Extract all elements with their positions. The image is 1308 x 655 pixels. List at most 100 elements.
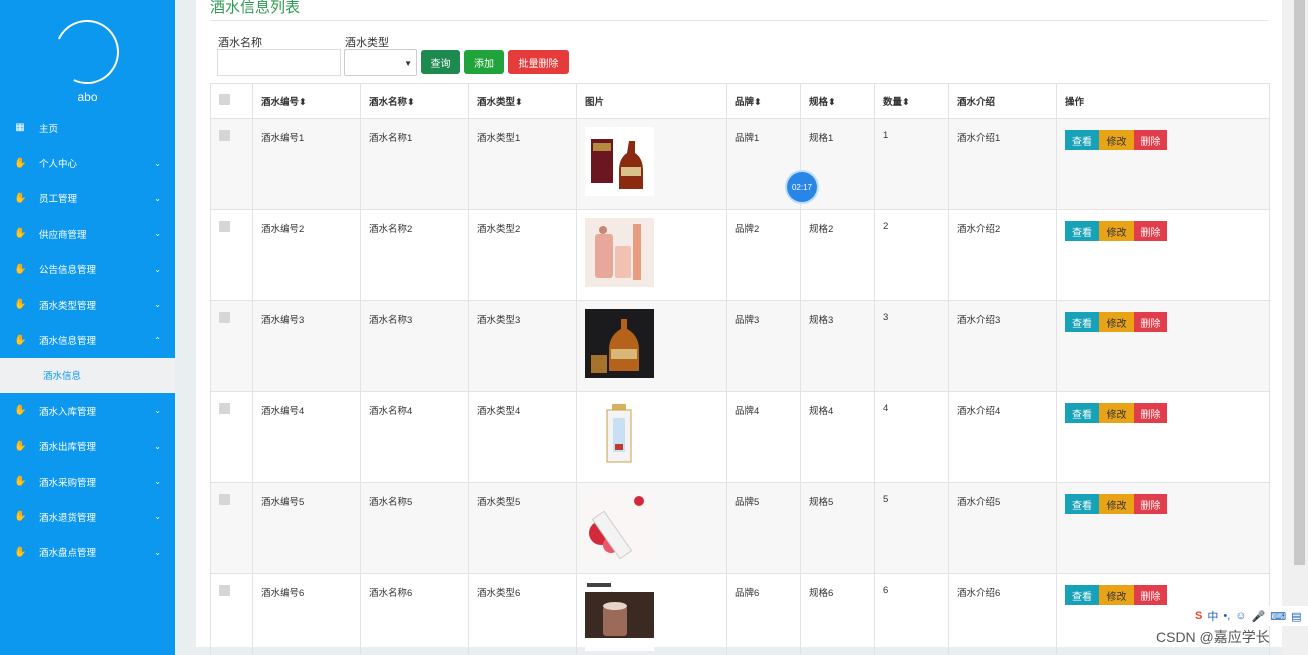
cell-spec: 规格6 <box>800 573 875 655</box>
col-header-type[interactable]: 酒水类型⬍ <box>468 83 577 119</box>
cell-intro: 酒水介绍4 <box>948 391 1057 483</box>
cell-type: 酒水类型2 <box>468 209 577 301</box>
delete-button[interactable]: 删除 <box>1134 130 1167 150</box>
view-button[interactable]: 查看 <box>1065 312 1099 332</box>
sidebar-item-label: 酒水信息管理 <box>39 336 97 348</box>
cell-text: 酒水介绍2 <box>957 224 1001 235</box>
sidebar-item-label: 员工管理 <box>39 194 78 206</box>
cell-intro: 酒水介绍1 <box>948 118 1057 210</box>
header-label: 酒水类型 <box>477 97 516 108</box>
edit-button[interactable]: 修改 <box>1099 585 1134 605</box>
cell-text: 规格4 <box>809 406 834 417</box>
edit-button[interactable]: 修改 <box>1099 312 1134 332</box>
chevron-down-icon: ⌄ <box>154 264 161 274</box>
batch-delete-button[interactable]: 批量删除 <box>508 50 569 74</box>
sidebar-item-personal-center[interactable]: ✋ 个人中心 ⌄ <box>0 145 175 180</box>
row-checkbox[interactable] <box>219 585 230 596</box>
sidebar-item-inventory[interactable]: ✋ 酒水盘点管理 ⌄ <box>0 535 175 570</box>
sidebar-item-label: 酒水入库管理 <box>39 406 97 418</box>
punctuation-icon[interactable]: •, <box>1223 610 1230 622</box>
skin-icon[interactable]: ▤ <box>1291 610 1301 623</box>
page-scrollbar[interactable] <box>1282 0 1308 655</box>
view-button[interactable]: 查看 <box>1065 403 1099 423</box>
col-header-qty[interactable]: 数量⬍ <box>874 83 949 119</box>
search-type-select[interactable]: ▼ <box>344 49 417 76</box>
view-button[interactable]: 查看 <box>1065 585 1099 605</box>
edit-button[interactable]: 修改 <box>1099 403 1134 423</box>
cell-text: 品牌6 <box>735 588 760 599</box>
scrollbar-thumb[interactable] <box>1294 0 1305 565</box>
view-button[interactable]: 查看 <box>1065 494 1099 514</box>
cell-brand: 品牌6 <box>726 573 801 655</box>
sidebar-item-return[interactable]: ✋ 酒水退货管理 ⌄ <box>0 499 175 534</box>
chevron-down-icon: ⌄ <box>154 229 161 239</box>
cell-text: 酒水类型4 <box>477 406 521 417</box>
row-checkbox[interactable] <box>219 130 230 141</box>
cell-brand: 品牌5 <box>726 482 801 574</box>
row-checkbox[interactable] <box>219 403 230 414</box>
sidebar-item-stock-in[interactable]: ✋ 酒水入库管理 ⌄ <box>0 393 175 428</box>
edit-button[interactable]: 修改 <box>1099 221 1134 241</box>
select-all-checkbox[interactable] <box>219 94 230 105</box>
delete-button[interactable]: 删除 <box>1134 221 1167 241</box>
col-header-name[interactable]: 酒水名称⬍ <box>360 83 469 119</box>
row-checkbox[interactable] <box>219 494 230 505</box>
cell-text: 规格5 <box>809 497 834 508</box>
sidebar-item-drink-type[interactable]: ✋ 酒水类型管理 ⌄ <box>0 287 175 322</box>
hand-icon: ✋ <box>14 192 27 204</box>
sidebar-item-supplier[interactable]: ✋ 供应商管理 ⌄ <box>0 216 175 251</box>
avatar[interactable] <box>45 10 129 94</box>
query-button[interactable]: 查询 <box>421 50 460 74</box>
header-label: 酒水介绍 <box>957 97 996 108</box>
chevron-down-icon: ⌄ <box>154 441 161 451</box>
recording-timer-badge: 02:17 <box>787 172 817 202</box>
col-header-brand[interactable]: 品牌⬍ <box>726 83 801 119</box>
delete-button[interactable]: 删除 <box>1134 494 1167 514</box>
hand-icon: ✋ <box>14 299 27 311</box>
delete-button[interactable]: 删除 <box>1134 585 1167 605</box>
view-button[interactable]: 查看 <box>1065 130 1099 150</box>
col-header-code[interactable]: 酒水编号⬍ <box>252 83 361 119</box>
sidebar-menu: ▦ 主页 ✋ 个人中心 ⌄ ✋ 员工管理 ⌄ ✋ 供应商管理 ⌄ ✋ 公告信息管… <box>0 110 175 570</box>
delete-button[interactable]: 删除 <box>1134 312 1167 332</box>
sidebar-item-purchase[interactable]: ✋ 酒水采购管理 ⌄ <box>0 464 175 499</box>
row-checkbox[interactable] <box>219 312 230 323</box>
view-button[interactable]: 查看 <box>1065 221 1099 241</box>
row-select-cell <box>210 482 253 574</box>
cell-code: 酒水编号4 <box>252 391 361 483</box>
ime-toolbar: S 中 •, ☺ 🎤 ⌨ ▤ <box>1192 606 1308 626</box>
cell-text: 酒水类型3 <box>477 315 521 326</box>
col-header-actions: 操作 <box>1056 83 1270 119</box>
cell-text: 酒水编号5 <box>261 497 305 508</box>
sidebar-item-notice[interactable]: ✋ 公告信息管理 ⌄ <box>0 252 175 287</box>
add-button[interactable]: 添加 <box>464 50 504 74</box>
cell-actions: 查看 修改 删除 <box>1056 118 1270 210</box>
row-checkbox[interactable] <box>219 221 230 232</box>
edit-button[interactable]: 修改 <box>1099 130 1134 150</box>
emoji-icon[interactable]: ☺ <box>1235 610 1246 622</box>
sidebar-item-stock-out[interactable]: ✋ 酒水出库管理 ⌄ <box>0 429 175 464</box>
keyboard-icon[interactable]: ⌨ <box>1270 610 1286 623</box>
sidebar-item-label: 酒水采购管理 <box>39 477 97 489</box>
cell-code: 酒水编号6 <box>252 573 361 655</box>
ime-mode-label[interactable]: 中 <box>1207 608 1218 624</box>
cell-text: 品牌4 <box>735 406 760 417</box>
cell-qty: 6 <box>874 573 949 655</box>
cell-text: 酒水名称1 <box>369 133 413 144</box>
sort-icon: ⬍ <box>515 97 523 108</box>
chevron-down-icon: ⌄ <box>154 300 161 310</box>
cell-text: 4 <box>883 403 889 414</box>
microphone-icon[interactable]: 🎤 <box>1252 610 1266 623</box>
title-divider <box>210 20 1268 21</box>
sort-icon: ⬍ <box>828 97 836 108</box>
sidebar-subitem-drink-info[interactable]: 酒水信息 <box>0 357 175 394</box>
sidebar-item-staff[interactable]: ✋ 员工管理 ⌄ <box>0 181 175 216</box>
chevron-down-icon: ⌄ <box>154 512 161 522</box>
col-header-spec[interactable]: 规格⬍ <box>800 83 875 119</box>
delete-button[interactable]: 删除 <box>1134 403 1167 423</box>
sidebar-item-home[interactable]: ▦ 主页 <box>0 110 175 145</box>
sidebar-item-drink-info[interactable]: ✋ 酒水信息管理 ⌃ <box>0 322 175 357</box>
sidebar-item-label: 酒水出库管理 <box>39 442 97 454</box>
search-name-input[interactable] <box>217 49 341 76</box>
edit-button[interactable]: 修改 <box>1099 494 1134 514</box>
